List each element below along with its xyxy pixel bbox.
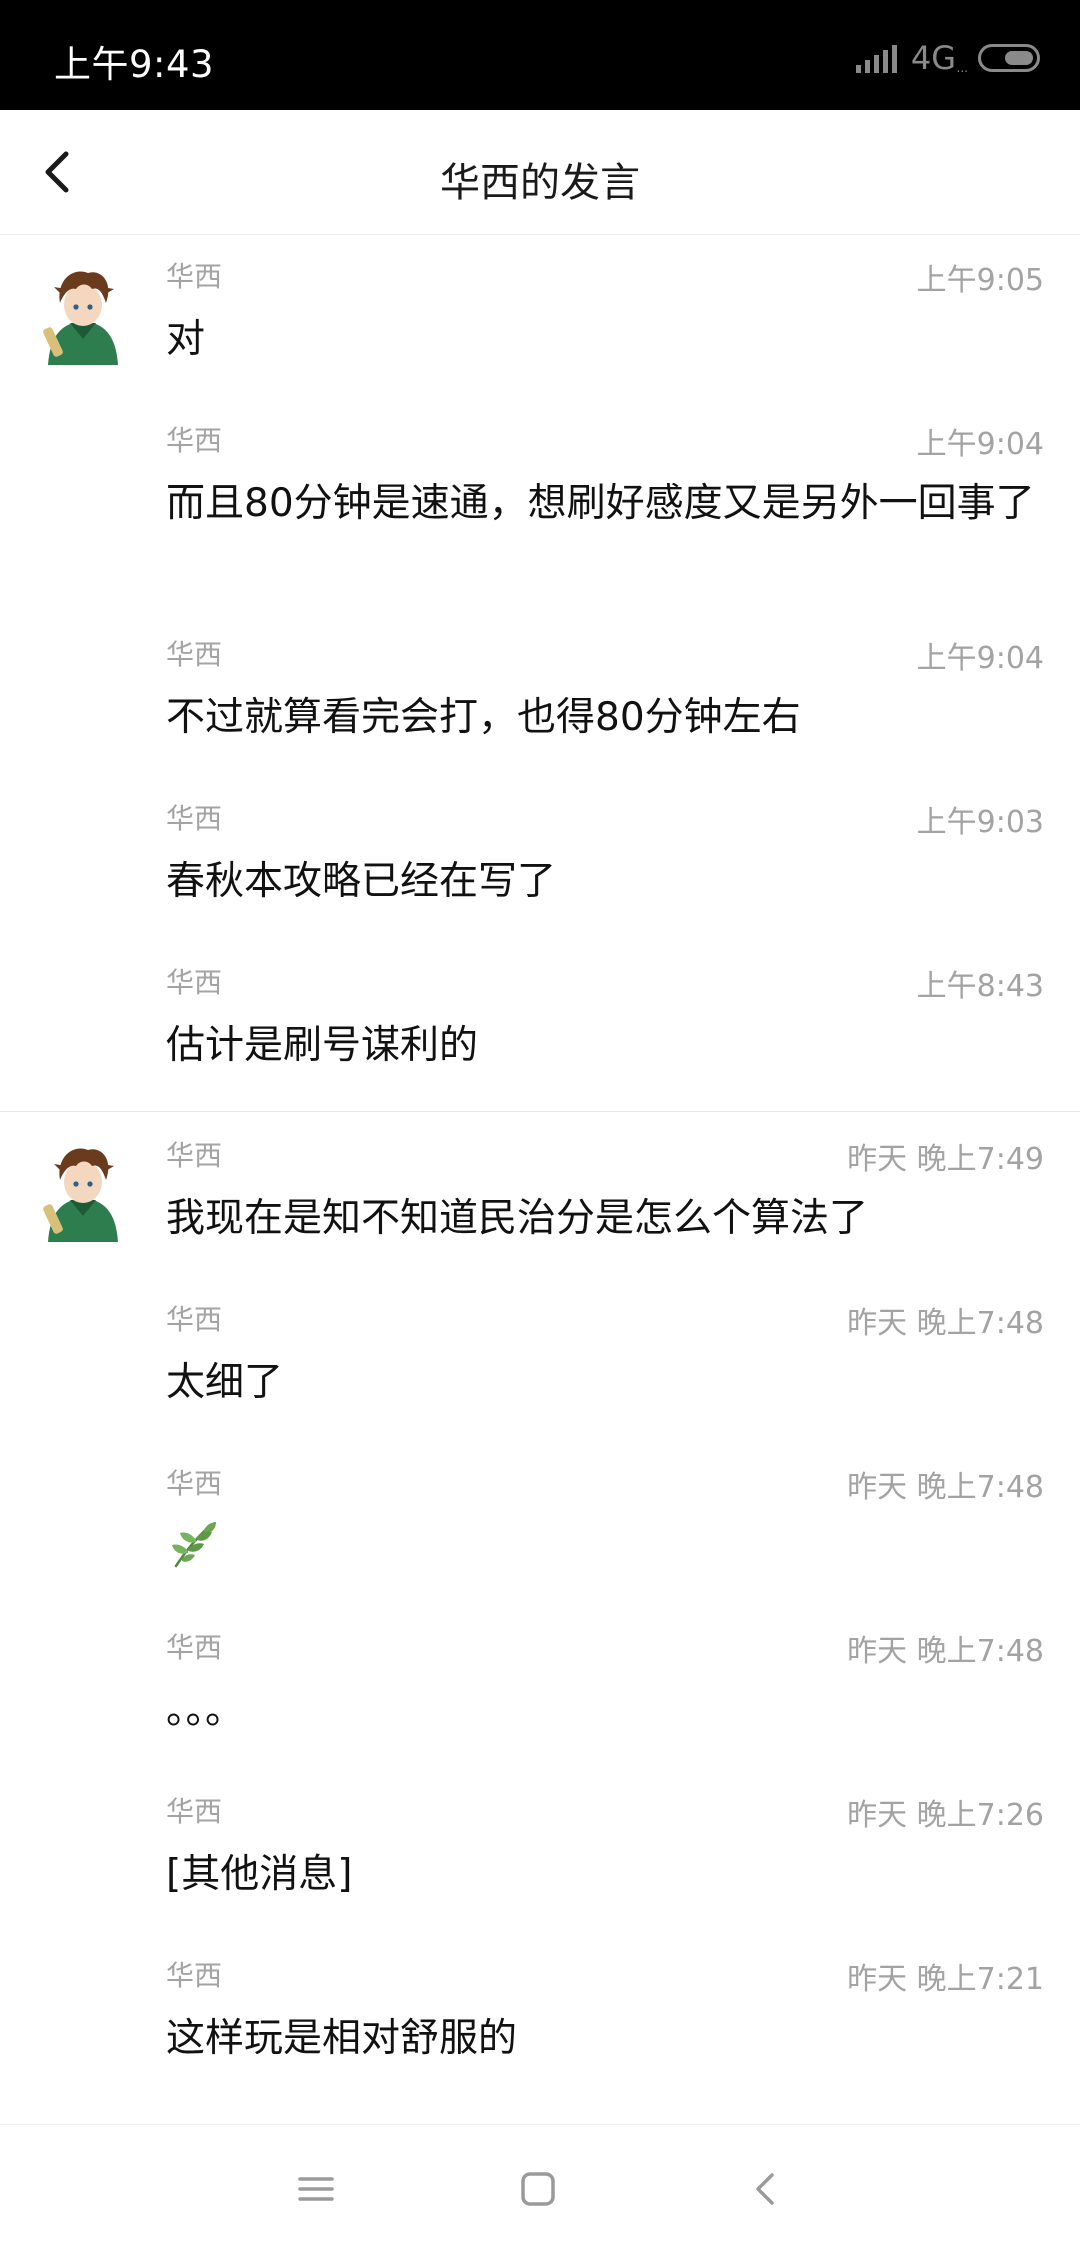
message-item[interactable]: 华西 上午9:04 而且80分钟是速通，想刷好感度又是另外一回事了: [166, 419, 1044, 569]
message-item[interactable]: 华西 昨天 晚上7:48 太细了: [166, 1298, 1044, 1405]
message-item[interactable]: 华西 昨天 晚上7:49 我现在是知不知道民治分是怎么个算法了: [166, 1134, 1044, 1241]
message-sender: 华西: [166, 966, 223, 999]
status-bar: 上午9:43 4G...: [0, 0, 1080, 110]
menu-icon: [298, 2177, 334, 2201]
message-item[interactable]: 华西 昨天 晚上7:26 [其他消息]: [166, 1790, 1044, 1897]
message-sender: 华西: [166, 1631, 223, 1664]
message-item[interactable]: 华西 上午9:04 不过就算看完会打，也得80分钟左右: [166, 633, 1044, 740]
app-header: 华西的发言: [0, 110, 1080, 235]
message-item[interactable]: 华西 昨天 晚上7:21 这样玩是相对舒服的: [166, 1954, 1044, 2061]
avatar-image: [43, 271, 118, 365]
message-item[interactable]: 华西 昨天 晚上7:48 。。。: [166, 1626, 1044, 1733]
message-time: 上午9:04: [916, 641, 1044, 676]
network-type: 4G...: [910, 39, 968, 77]
signal-icon: [855, 43, 897, 73]
message-time: 昨天 晚上7:48: [847, 1470, 1044, 1505]
avatar-image: [43, 1148, 118, 1242]
message-text: 对: [166, 317, 206, 362]
message-sender: 华西: [166, 424, 223, 457]
message-group-today: 华西 上午9:05 对 华西 上午9:04 而且80分钟是速通，想刷好感度又是另…: [0, 235, 1080, 1111]
message-text: 而且80分钟是速通，想刷好感度又是另外一回事了: [166, 481, 1035, 526]
home-button[interactable]: [508, 2159, 568, 2219]
battery-icon: [978, 44, 1040, 72]
message-time: 昨天 晚上7:49: [847, 1142, 1044, 1177]
page-title: 华西的发言: [440, 160, 640, 206]
status-indicators: 4G...: [855, 39, 1040, 77]
status-time: 上午9:43: [54, 43, 215, 86]
system-back-button[interactable]: [736, 2159, 796, 2219]
message-sender: 华西: [166, 1139, 223, 1172]
message-list[interactable]: 华西 上午9:05 对 华西 上午9:04 而且80分钟是速通，想刷好感度又是另…: [0, 235, 1080, 2124]
sprout-icon: [172, 1522, 216, 1568]
avatar[interactable]: [40, 265, 126, 365]
back-icon: [756, 2173, 774, 2205]
message-time: 上午9:04: [916, 427, 1044, 462]
message-time: 昨天 晚上7:48: [847, 1634, 1044, 1669]
message-sender: 华西: [166, 1467, 223, 1500]
message-item[interactable]: 华西 昨天 晚上7:48: [166, 1462, 1044, 1572]
message-sender: 华西: [166, 1959, 223, 1992]
message-item[interactable]: 华西 上午9:03 春秋本攻略已经在写了: [166, 797, 1044, 904]
message-item[interactable]: 华西 上午9:05 对: [166, 255, 1044, 362]
message-group-yesterday: 华西 昨天 晚上7:49 我现在是知不知道民治分是怎么个算法了 华西 昨天 晚上…: [0, 1112, 1080, 2124]
message-sender: 华西: [166, 260, 223, 293]
home-icon: [521, 2172, 555, 2206]
system-nav-bar: [0, 2124, 1080, 2249]
menu-button[interactable]: [286, 2159, 346, 2219]
message-time: 昨天 晚上7:48: [847, 1306, 1044, 1341]
message-text: 春秋本攻略已经在写了: [166, 859, 557, 904]
avatar[interactable]: [40, 1142, 126, 1242]
message-text: 。。。: [166, 1688, 245, 1733]
message-time: 上午9:03: [916, 805, 1044, 840]
message-sender: 华西: [166, 1303, 223, 1336]
message-text: [其他消息]: [166, 1852, 353, 1897]
message-text: 不过就算看完会打，也得80分钟左右: [166, 695, 801, 740]
message-text: 我现在是知不知道民治分是怎么个算法了: [166, 1196, 869, 1241]
message-time: 上午8:43: [916, 969, 1044, 1004]
message-sticker: [166, 1518, 1044, 1570]
message-sender: 华西: [166, 802, 223, 835]
message-item[interactable]: 华西 上午8:43 估计是刷号谋利的: [166, 961, 1044, 1068]
message-sender: 华西: [166, 1795, 223, 1828]
message-sender: 华西: [166, 638, 223, 671]
message-time: 昨天 晚上7:26: [847, 1798, 1044, 1833]
message-time: 昨天 晚上7:21: [847, 1962, 1044, 1997]
message-text: 这样玩是相对舒服的: [166, 2016, 518, 2061]
message-text: 估计是刷号谋利的: [166, 1023, 479, 1068]
message-time: 上午9:05: [916, 263, 1044, 298]
message-text: 太细了: [166, 1360, 284, 1405]
network-activity-indicator: ...: [956, 61, 968, 75]
